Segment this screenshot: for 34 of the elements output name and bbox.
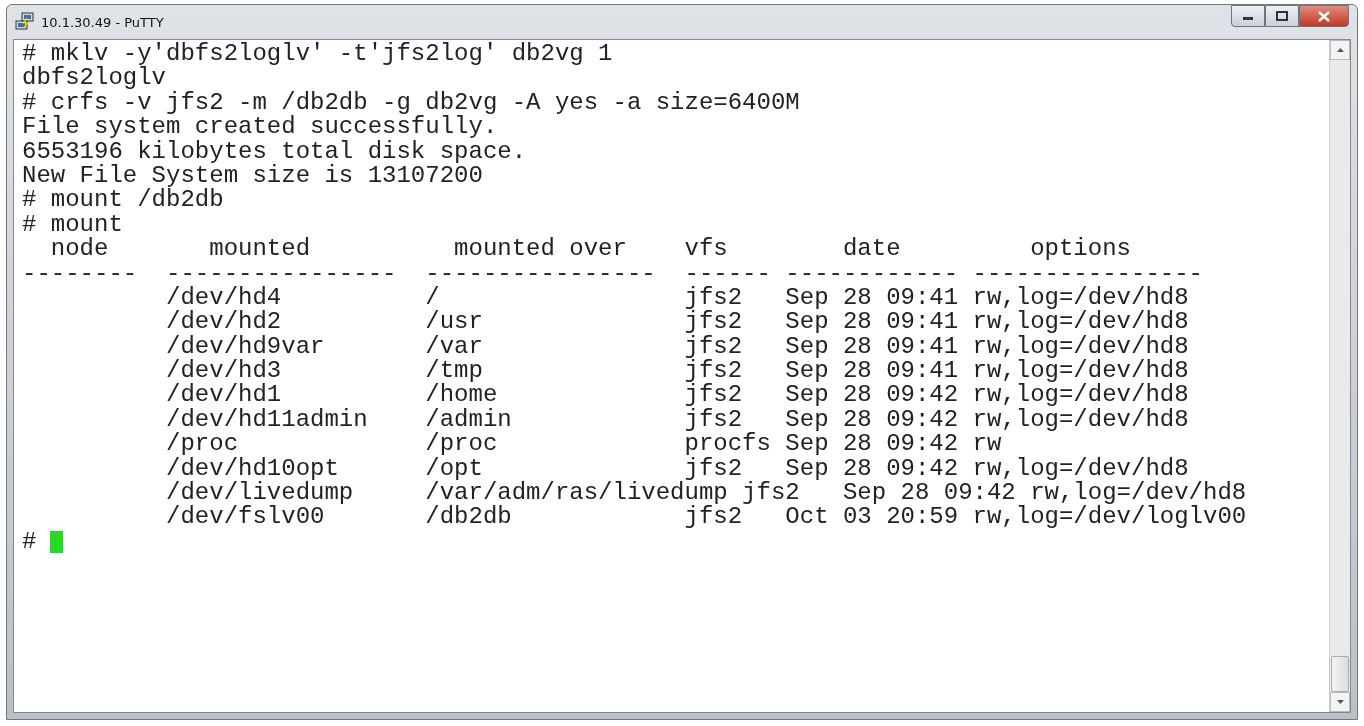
terminal-line: /dev/livedump /var/adm/ras/livedump jfs2 Sep 28 09:42 rw,log=/dev/hd8 [165, 481, 1247, 506]
terminal-line: 6553196 kilobytes total disk space. [22, 139, 527, 164]
computers-icon [15, 12, 35, 32]
terminal-line: /proc /proc procfs Sep 28 09:42 rw [165, 432, 1002, 457]
terminal-line: /dev/hd4 / jfs2 Sep 28 09:41 rw,log=/dev/hd8 [165, 285, 1189, 311]
prompt-symbol: # [22, 529, 37, 555]
terminal-line: # mklv -y'dbfs2loglv' -t'jfs2log' db2vg 1 [22, 42, 613, 67]
terminal-line: /dev/hd9var /var jfs2 Sep 28 09:41 rw,log=/dev/hd8 [165, 334, 1189, 360]
terminal-line: # mount /db2db [22, 188, 224, 213]
maximize-icon [1276, 11, 1288, 21]
terminal-line: # crfs -v jfs2 -m /db2db -g db2vg -A yes -a size=6400M [22, 90, 800, 116]
terminal-line: # mount [22, 212, 123, 238]
scroll-down-button[interactable] [1330, 692, 1350, 712]
maximize-button[interactable] [1265, 5, 1299, 27]
close-icon [1318, 10, 1330, 22]
scroll-up-button[interactable] [1330, 40, 1350, 60]
terminal-line: node mounted mounted over vfs date options [49, 237, 1131, 262]
terminal-line: New File System size is 13107200 [22, 163, 483, 189]
terminal-line: /dev/hd10opt /opt jfs2 Sep 28 09:42 rw,log=/dev/hd8 [165, 456, 1189, 482]
terminal-line: dbfs2loglv [22, 66, 167, 91]
down-arrow-icon [1336, 700, 1344, 704]
minimize-button[interactable] [1231, 5, 1265, 27]
scroll-thumb[interactable] [1331, 656, 1349, 692]
up-arrow-icon [1336, 48, 1344, 52]
close-button[interactable] [1299, 5, 1349, 27]
terminal-line: /dev/hd1 /home jfs2 Sep 28 09:42 rw,log=/dev/hd8 [165, 383, 1189, 408]
terminal-line: /dev/hd2 /usr jfs2 Sep 28 09:41 rw,log=/dev/hd8 [165, 310, 1189, 335]
terminal-line: File system created successfully. [22, 115, 498, 140]
terminal-line: /dev/hd11admin /admin jfs2 Sep 28 09:42 rw,log=/dev/hd8 [165, 407, 1189, 433]
window-title: 10.1.30.49 - PuTTY [41, 14, 164, 30]
scrollbar[interactable] [1329, 40, 1350, 712]
terminal-line: /dev/hd3 /tmp jfs2 Sep 28 09:41 rw,log=/dev/hd8 [165, 359, 1189, 384]
terminal-line: /dev/fslv00 /db2db jfs2 Oct 03 20:59 rw,log=/dev/loglv00 [165, 505, 1247, 530]
terminal-line: -------- ---------------- ---------------- ------ ------------ ---------------- [22, 261, 1203, 286]
